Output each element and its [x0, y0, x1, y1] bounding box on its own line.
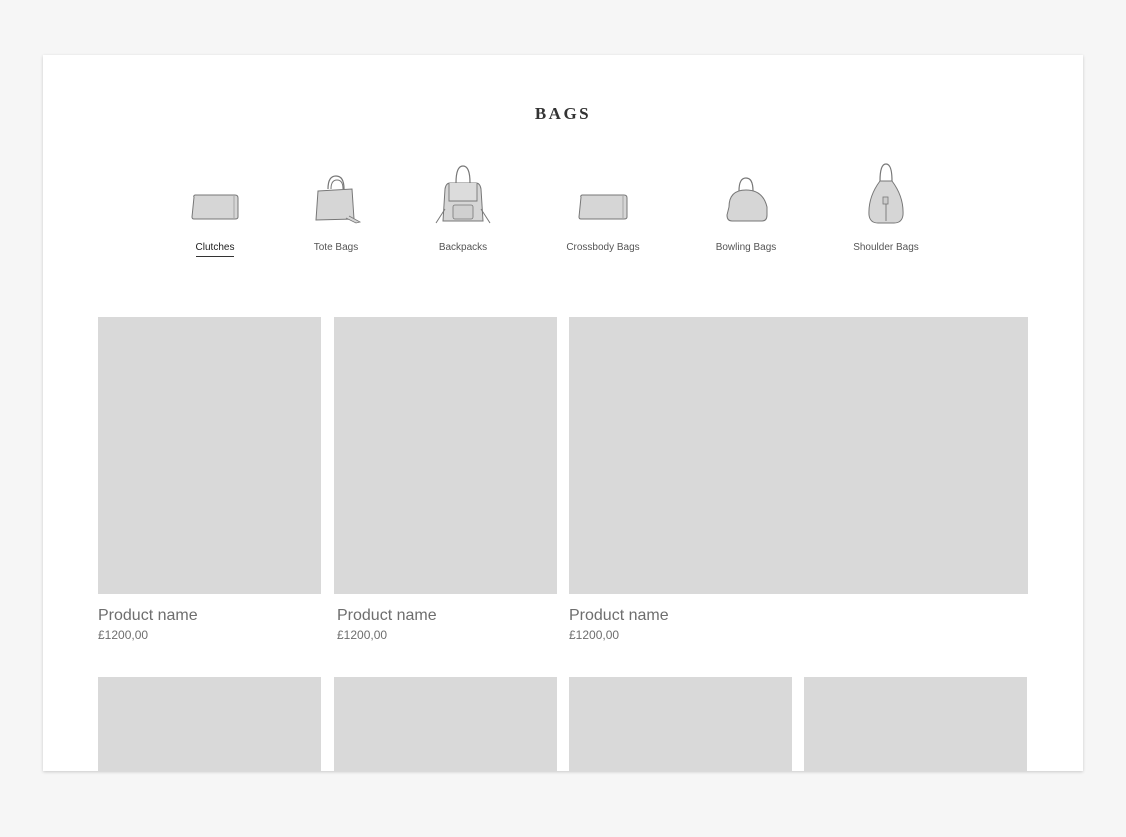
category-label: Tote Bags — [313, 242, 359, 253]
bowling-bag-icon — [686, 161, 806, 227]
product-name[interactable]: Product name — [569, 607, 669, 625]
product-price: £1200,00 — [569, 628, 620, 642]
product-image[interactable] — [334, 317, 557, 594]
category-label: Clutches — [195, 242, 235, 257]
product-image[interactable] — [334, 677, 557, 771]
category-backpacks[interactable]: Backpacks — [403, 161, 523, 257]
page-frame: BAGS Clutches Tote Bags Backpacks Crossb… — [43, 55, 1083, 771]
product-image[interactable] — [98, 317, 321, 594]
product-price: £1200,00 — [98, 628, 149, 642]
product-image[interactable] — [98, 677, 321, 771]
tote-bag-icon — [276, 161, 396, 227]
crossbody-bag-icon — [543, 161, 663, 227]
category-label: Bowling Bags — [715, 242, 777, 253]
backpack-icon — [403, 161, 523, 227]
product-name[interactable]: Product name — [337, 607, 437, 625]
category-shoulder-bags[interactable]: Shoulder Bags — [826, 161, 946, 257]
page-title: BAGS — [534, 104, 592, 123]
product-image[interactable] — [569, 317, 1028, 594]
category-crossbody-bags[interactable]: Crossbody Bags — [543, 161, 663, 257]
category-tote-bags[interactable]: Tote Bags — [276, 161, 396, 257]
category-label: Crossbody Bags — [566, 242, 640, 253]
shoulder-bag-icon — [826, 161, 946, 227]
clutch-icon — [155, 161, 275, 227]
product-image[interactable] — [569, 677, 792, 771]
category-label: Shoulder Bags — [853, 242, 919, 253]
category-label: Backpacks — [438, 242, 488, 253]
product-image[interactable] — [804, 677, 1027, 771]
product-name[interactable]: Product name — [98, 607, 198, 625]
product-price: £1200,00 — [337, 628, 388, 642]
category-clutches[interactable]: Clutches — [155, 161, 275, 257]
category-bowling-bags[interactable]: Bowling Bags — [686, 161, 806, 257]
